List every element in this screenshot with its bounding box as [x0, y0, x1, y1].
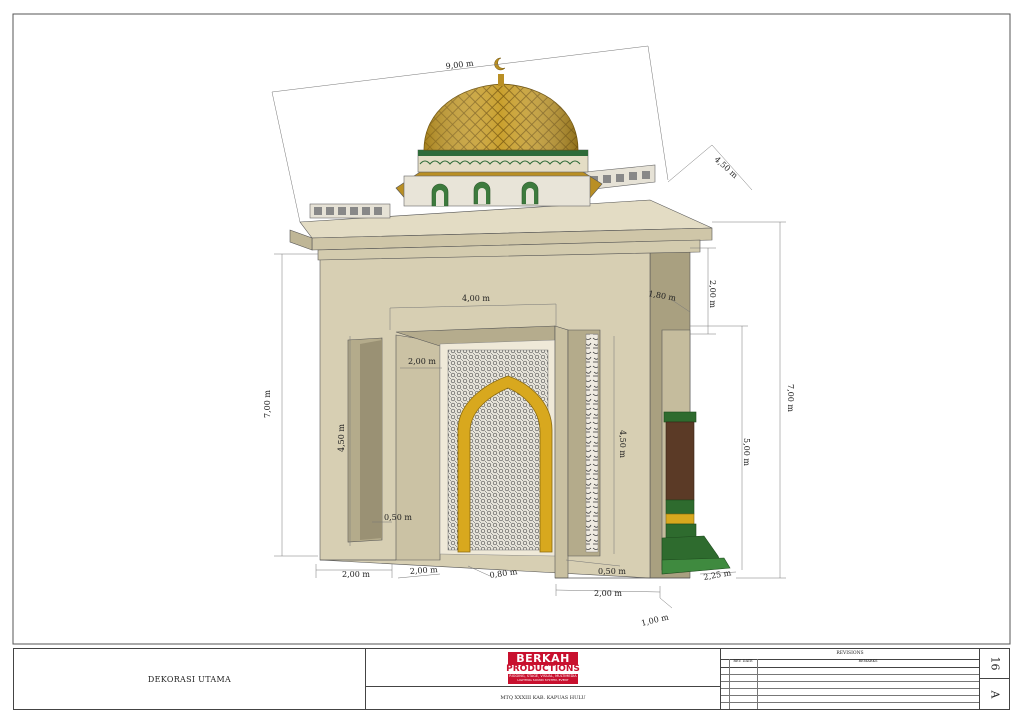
arch-pillar-right [554, 325, 569, 579]
drawing-sheet: 9,00 m 4,50 m 4,00 m 7,00 m 7,00 m 2,00 … [12, 13, 1011, 645]
balustrade-left [309, 203, 391, 219]
gate-structure [289, 57, 731, 579]
dim-inner-span: 4,00 m [462, 294, 490, 303]
dim-post-height: 5,00 m [742, 438, 751, 466]
logo-line4: LIGHTING SOUND SYSTEM, EVENT [517, 677, 569, 682]
calligraphy-panel [585, 333, 599, 553]
dim-wall-left: 0,50 m [384, 513, 412, 522]
drawing-name: DEKORASI UTAMA [14, 649, 366, 709]
title-block: DEKORASI UTAMA BERKAH PRODUCTIONS RIGGIN… [13, 648, 1010, 710]
sheet-size: A [980, 679, 1009, 709]
revision-row [721, 702, 979, 709]
rev-remarks-header: REMARKS [858, 659, 878, 663]
dim-base-right: 2,00 m [594, 589, 622, 598]
logo-area: BERKAH PRODUCTIONS RIGGING, STAGE, VISUA… [366, 649, 721, 687]
decorative-post [661, 411, 731, 575]
logo-line2: PRODUCTIONS [504, 664, 582, 675]
arch-frame-inner-left [395, 334, 441, 561]
dim-total-height-right: 7,00 m [786, 384, 795, 412]
dim-opening-height-left: 4,50 m [337, 424, 346, 452]
sheet-size-text: A [987, 690, 1001, 698]
dim-base-left: 2,00 m [342, 570, 370, 579]
company-logo: BERKAH PRODUCTIONS RIGGING, STAGE, VISUA… [504, 651, 582, 684]
project-name: MTQ XXXIII KAB. KAPUAS HULU [366, 687, 721, 709]
dim-base-depth: 1,00 m [640, 612, 670, 628]
dim-depth-top: 4,50 m [713, 155, 740, 181]
sheet-number-text: 16 [988, 656, 1001, 671]
dim-inner-panel-width: 2,00 m [408, 357, 436, 366]
sheet-number: 16 [980, 649, 1009, 679]
dome-assembly [395, 57, 603, 207]
dim-opening-height-right: 4,50 m [618, 430, 627, 458]
dim-top-band: 2,00 m [708, 280, 717, 308]
revisions-table: REVISIONS REV. DATE REMARKS [721, 649, 980, 709]
dim-total-width: 9,00 m [445, 59, 474, 71]
rev-date-header: REV. DATE [729, 659, 758, 667]
logo-line1: BERKAH [516, 652, 570, 666]
dim-wall-right: 0,50 m [598, 567, 626, 576]
dim-total-height-left: 7,00 m [263, 390, 272, 418]
